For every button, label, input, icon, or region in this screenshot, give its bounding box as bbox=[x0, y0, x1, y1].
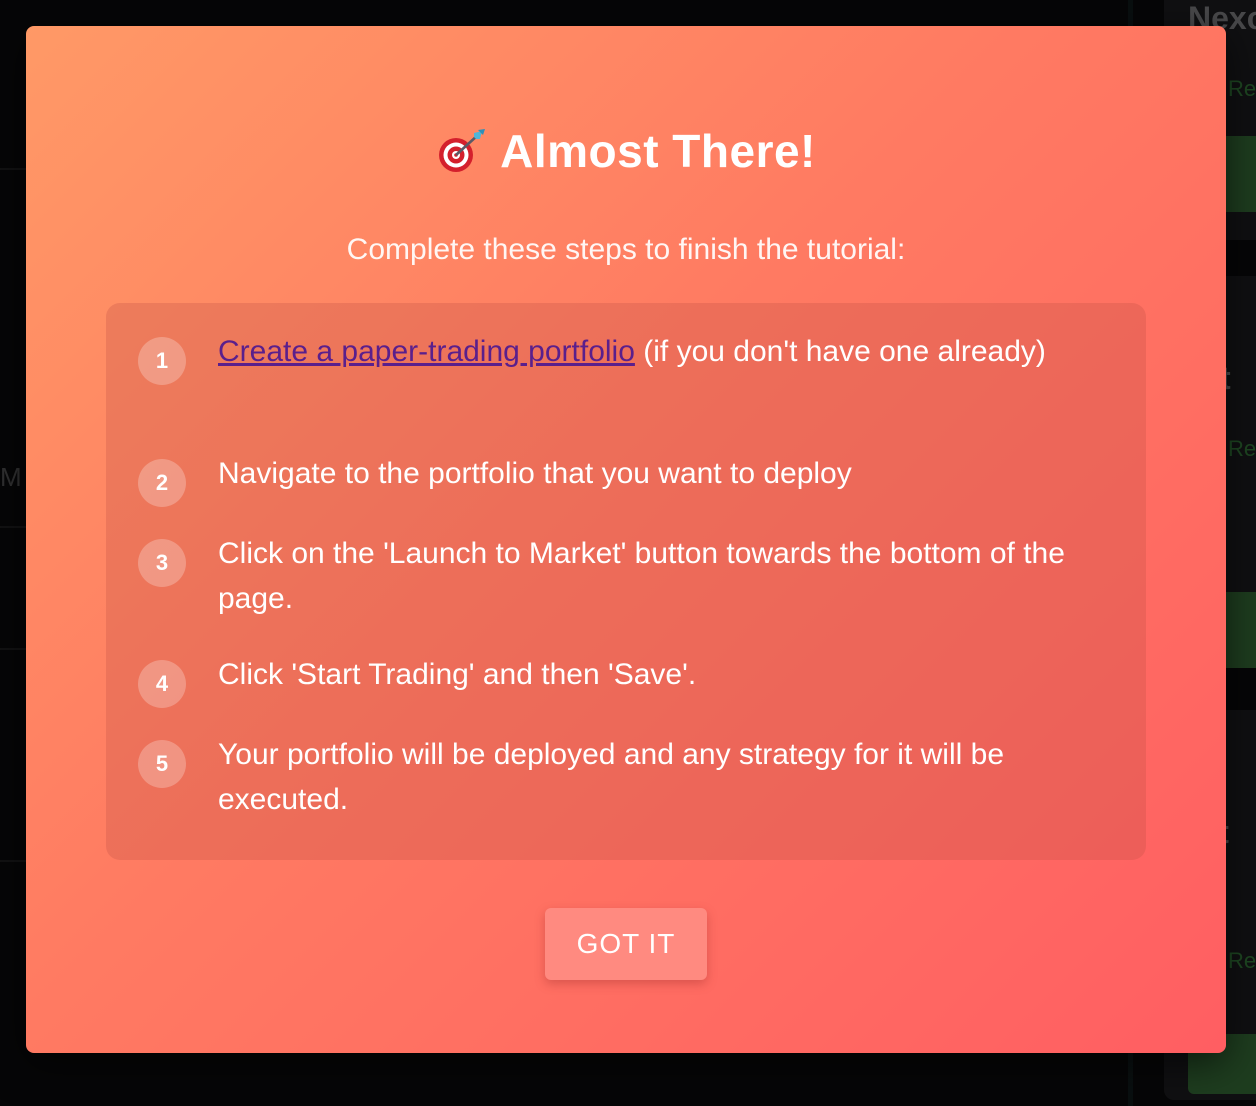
modal-title-text: Almost There! bbox=[500, 125, 816, 177]
modal-subtitle: Complete these steps to finish the tutor… bbox=[346, 233, 906, 266]
step-number: 2 bbox=[138, 459, 186, 507]
step-item: 5 Your portfolio will be deployed and an… bbox=[138, 738, 1118, 822]
target-dart-icon bbox=[436, 129, 486, 173]
steps-list: 1 Create a paper-trading portfolio (if y… bbox=[106, 303, 1146, 860]
step-text: Navigate to the portfolio that you want … bbox=[218, 457, 852, 490]
step-text-suffix: (if you don't have one already) bbox=[634, 335, 1046, 368]
got-it-button[interactable]: GOT IT bbox=[545, 908, 707, 980]
step-item: 4 Click 'Start Trading' and then 'Save'. bbox=[138, 658, 1118, 708]
step-number: 5 bbox=[138, 740, 186, 788]
step-item: 3 Click on the 'Launch to Market' button… bbox=[138, 537, 1118, 621]
step-text: Your portfolio will be deployed and any … bbox=[218, 738, 1005, 816]
step-number: 1 bbox=[138, 337, 186, 385]
step-text: Create a paper-trading portfolio (if you… bbox=[218, 329, 1098, 374]
step-item: 1 Create a paper-trading portfolio (if y… bbox=[138, 335, 1118, 385]
step-number: 4 bbox=[138, 660, 186, 708]
step-text: Click on the 'Launch to Market' button t… bbox=[218, 537, 1065, 615]
step-item: 2 Navigate to the portfolio that you wan… bbox=[138, 457, 1118, 507]
step-number: 3 bbox=[138, 539, 186, 587]
step-text: Click 'Start Trading' and then 'Save'. bbox=[218, 658, 697, 691]
create-portfolio-link[interactable]: Create a paper-trading portfolio bbox=[218, 335, 635, 368]
modal-title: Almost There! bbox=[26, 124, 1226, 178]
tutorial-modal: Almost There! Complete these steps to fi… bbox=[26, 26, 1226, 1053]
